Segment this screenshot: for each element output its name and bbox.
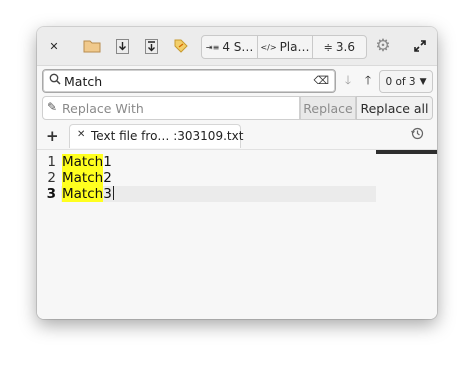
next-match-button[interactable]: 🡓: [339, 69, 357, 93]
match-counter: 0 of 3: [385, 75, 416, 88]
code-icon: </>: [260, 42, 277, 52]
save-as-icon[interactable]: [144, 36, 158, 56]
new-tab-button[interactable]: +: [46, 127, 59, 145]
line-text: Match1: [62, 154, 112, 170]
line-number: 2: [47, 170, 56, 186]
chevron-down-icon: ▼: [419, 76, 427, 87]
line-spacing-label: 3.6: [335, 40, 355, 54]
line-number: 1: [47, 154, 56, 170]
line-number: 3: [46, 186, 56, 202]
editor-line: 2 Match2: [37, 170, 437, 186]
text-editor[interactable]: 1 Match1 2 Match2 3 Match3: [37, 150, 437, 319]
search-match: Match: [62, 170, 104, 186]
line-text: Match3: [62, 186, 114, 202]
replace-bar: ✎ Replace With Replace Replace all: [42, 96, 433, 120]
search-icon: [49, 73, 61, 88]
toolbar: ✕ ⇥≡ 4 S… </> Pla… ≑ 3.6 ⚙: [37, 27, 437, 66]
syntax-button[interactable]: </> Pla…: [258, 36, 313, 58]
replace-button[interactable]: Replace: [300, 96, 356, 120]
indent-icon: ⇥≡: [205, 42, 220, 52]
close-tab-icon[interactable]: ✕: [77, 129, 85, 140]
pencil-icon: ✎: [47, 100, 58, 114]
view-segment-group: ⇥≡ 4 S… </> Pla… ≑ 3.6: [201, 35, 367, 59]
close-icon[interactable]: ✕: [49, 36, 59, 56]
previous-match-button[interactable]: 🡑: [359, 69, 377, 93]
gear-icon[interactable]: ⚙: [373, 36, 393, 56]
tab-label: Text file fro… :303109.txt: [91, 129, 244, 143]
indentation-button[interactable]: ⇥≡ 4 S…: [202, 36, 259, 58]
line-spacing-button[interactable]: ≑ 3.6: [313, 36, 366, 58]
expand-icon[interactable]: [413, 36, 427, 56]
editor-window: ✕ ⇥≡ 4 S… </> Pla… ≑ 3.6 ⚙ Match ⌫ 🡓 🡑 0…: [37, 27, 437, 319]
find-bar: Match ⌫ 🡓 🡑 0 of 3 ▼: [42, 69, 433, 93]
editor-line: 1 Match1: [37, 154, 437, 170]
replace-all-button[interactable]: Replace all: [356, 96, 433, 120]
indentation-label: 4 S…: [222, 40, 254, 54]
history-icon[interactable]: [411, 127, 424, 144]
syntax-label: Pla…: [279, 40, 310, 54]
tab-document[interactable]: ✕ Text file fro… :303109.txt: [69, 124, 244, 148]
replace-input[interactable]: ✎ Replace With: [42, 96, 300, 120]
line-rest: 3: [103, 186, 112, 202]
line-spacing-icon: ≑: [323, 40, 333, 54]
line-rest: 1: [103, 154, 112, 170]
download-icon[interactable]: [115, 36, 129, 56]
replace-placeholder: Replace With: [62, 101, 144, 116]
folder-icon[interactable]: [83, 36, 101, 56]
clear-search-icon[interactable]: ⌫: [313, 74, 329, 87]
line-rest: 2: [103, 170, 112, 186]
match-counter-dropdown[interactable]: 0 of 3 ▼: [379, 70, 433, 93]
text-cursor: [112, 186, 114, 200]
search-match: Match: [62, 186, 104, 202]
search-match: Match: [62, 154, 104, 170]
search-value: Match: [64, 74, 103, 89]
editor-line-current: 3 Match3: [37, 186, 437, 202]
search-input[interactable]: Match ⌫: [42, 69, 336, 93]
tag-icon[interactable]: [173, 36, 189, 56]
tab-bar: + ✕ Text file fro… :303109.txt: [37, 123, 437, 150]
line-text: Match2: [62, 170, 112, 186]
